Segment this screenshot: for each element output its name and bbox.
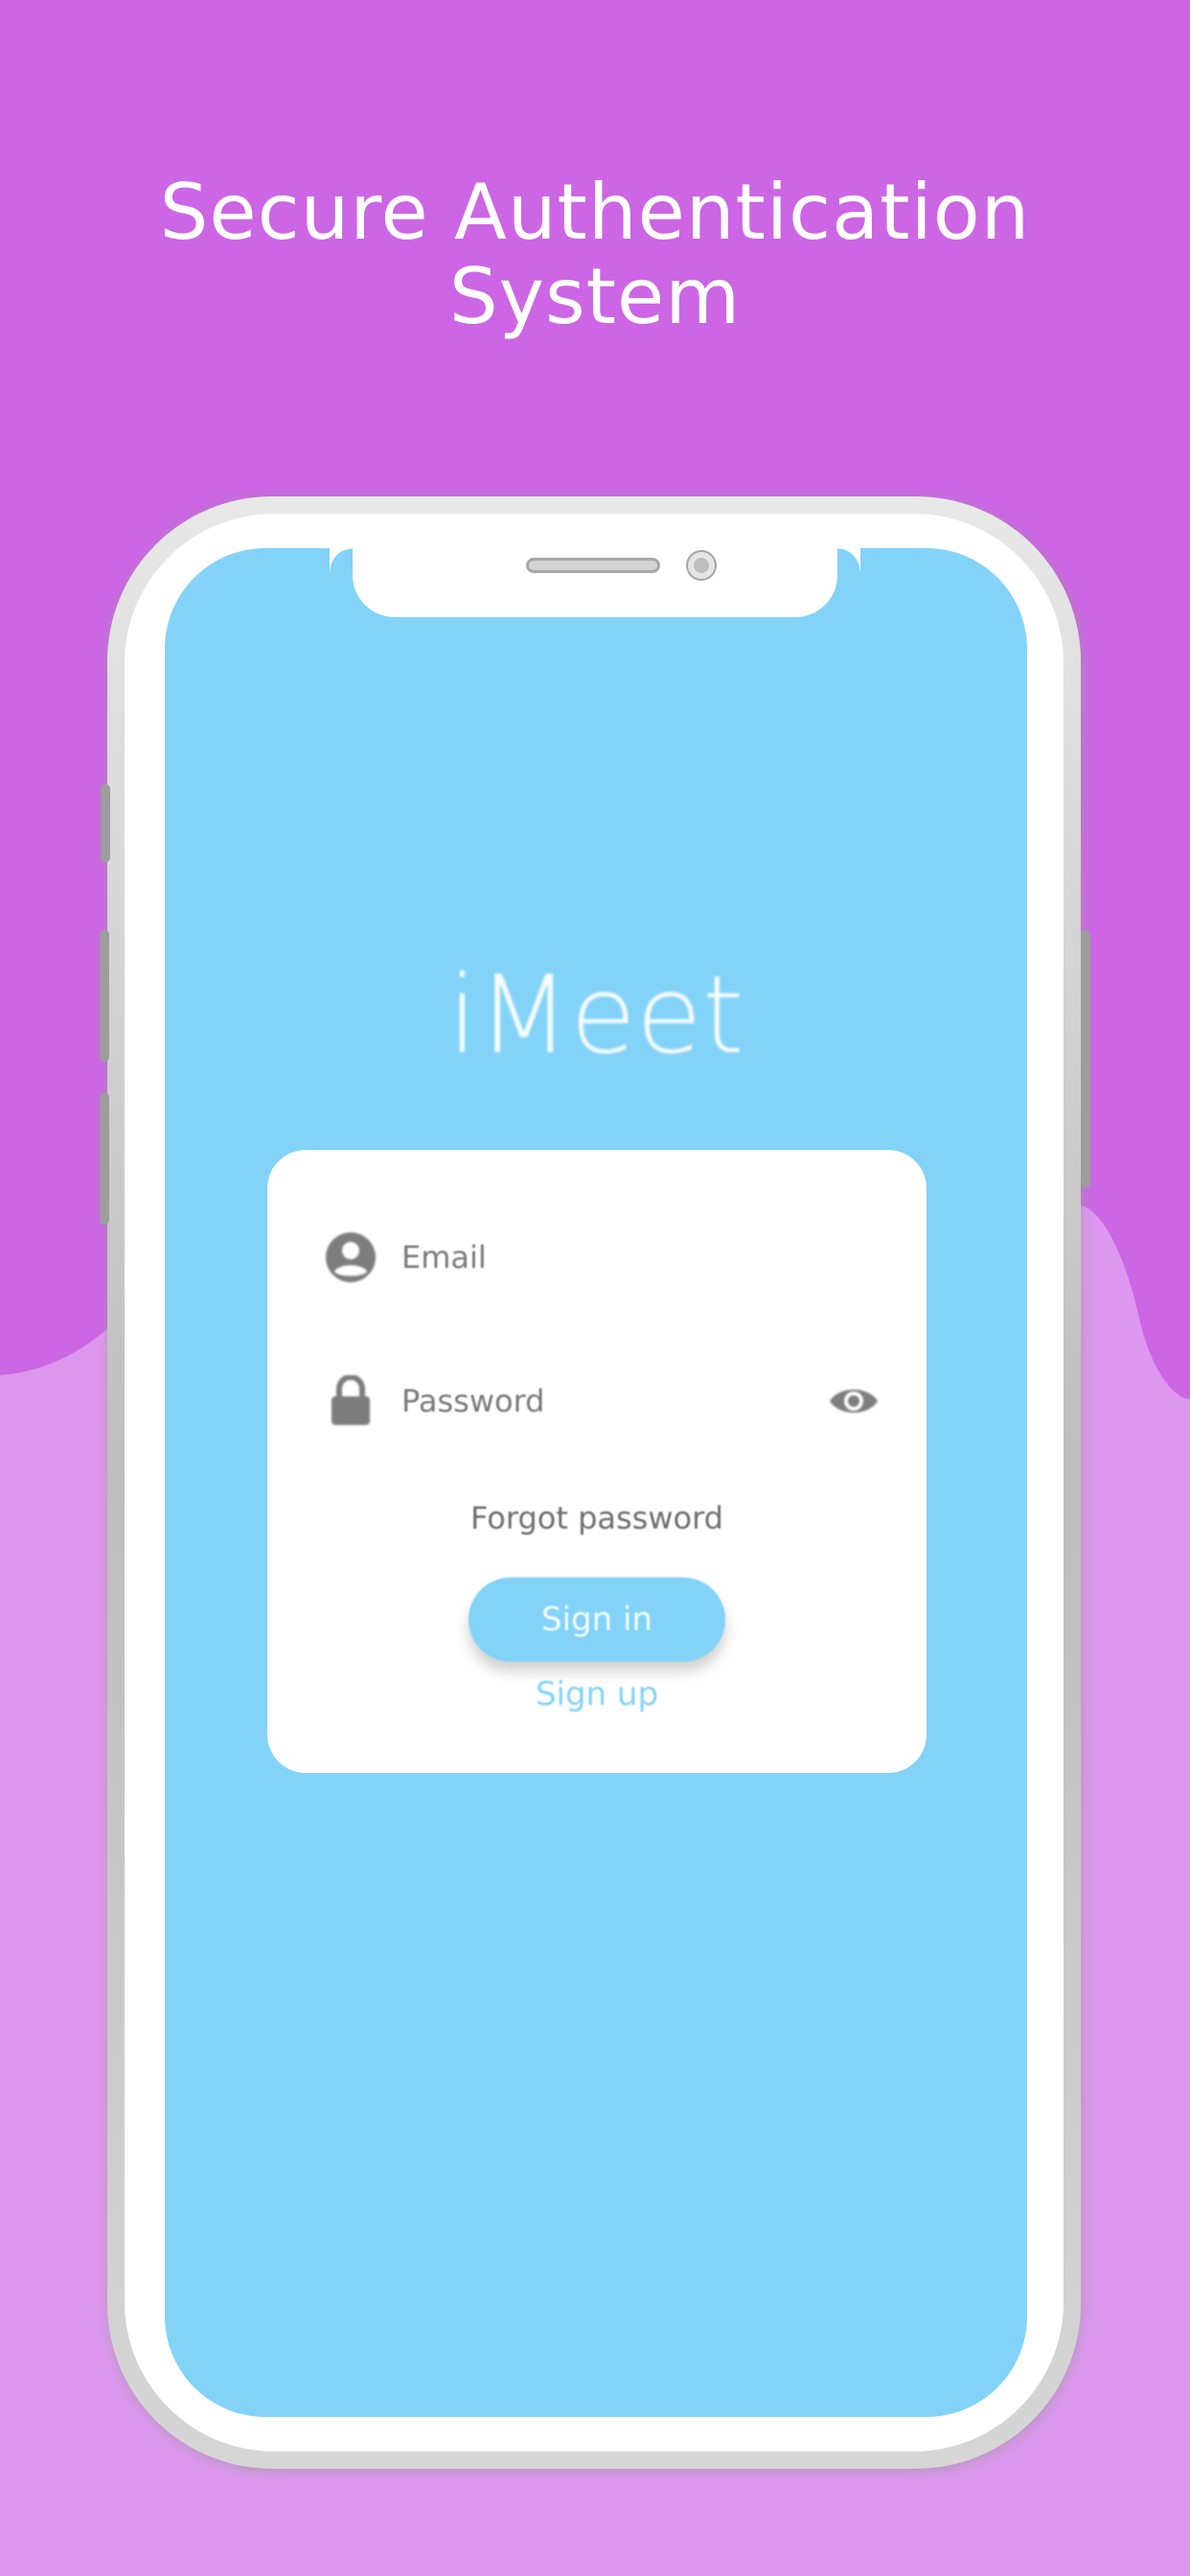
email-field[interactable]: Email: [325, 1219, 881, 1296]
promo-headline-line2: System: [448, 252, 742, 341]
phone-volume-up-button: [100, 930, 109, 1062]
phone-mute-switch: [101, 784, 110, 862]
lock-icon: [325, 1375, 377, 1427]
phone-camera: [688, 552, 715, 579]
sign-up-link[interactable]: Sign up: [267, 1675, 927, 1714]
phone-power-button: [1081, 930, 1090, 1188]
phone-volume-down-button: [100, 1092, 109, 1225]
password-field[interactable]: Password: [325, 1363, 881, 1439]
promo-headline: Secure Authentication System: [0, 171, 1190, 339]
app-title: iMeet: [447, 954, 744, 1078]
eye-icon[interactable]: [827, 1375, 881, 1427]
password-placeholder: Password: [401, 1383, 545, 1419]
sign-in-button[interactable]: Sign in: [469, 1577, 725, 1662]
forgot-password-link[interactable]: Forgot password: [267, 1500, 927, 1536]
promo-headline-line1: Secure Authentication: [159, 168, 1031, 257]
login-card: Email Password Forgot password Sign in S…: [267, 1150, 927, 1773]
account-circle-icon: [325, 1231, 377, 1283]
phone-speaker: [526, 558, 660, 573]
email-placeholder: Email: [401, 1239, 487, 1276]
